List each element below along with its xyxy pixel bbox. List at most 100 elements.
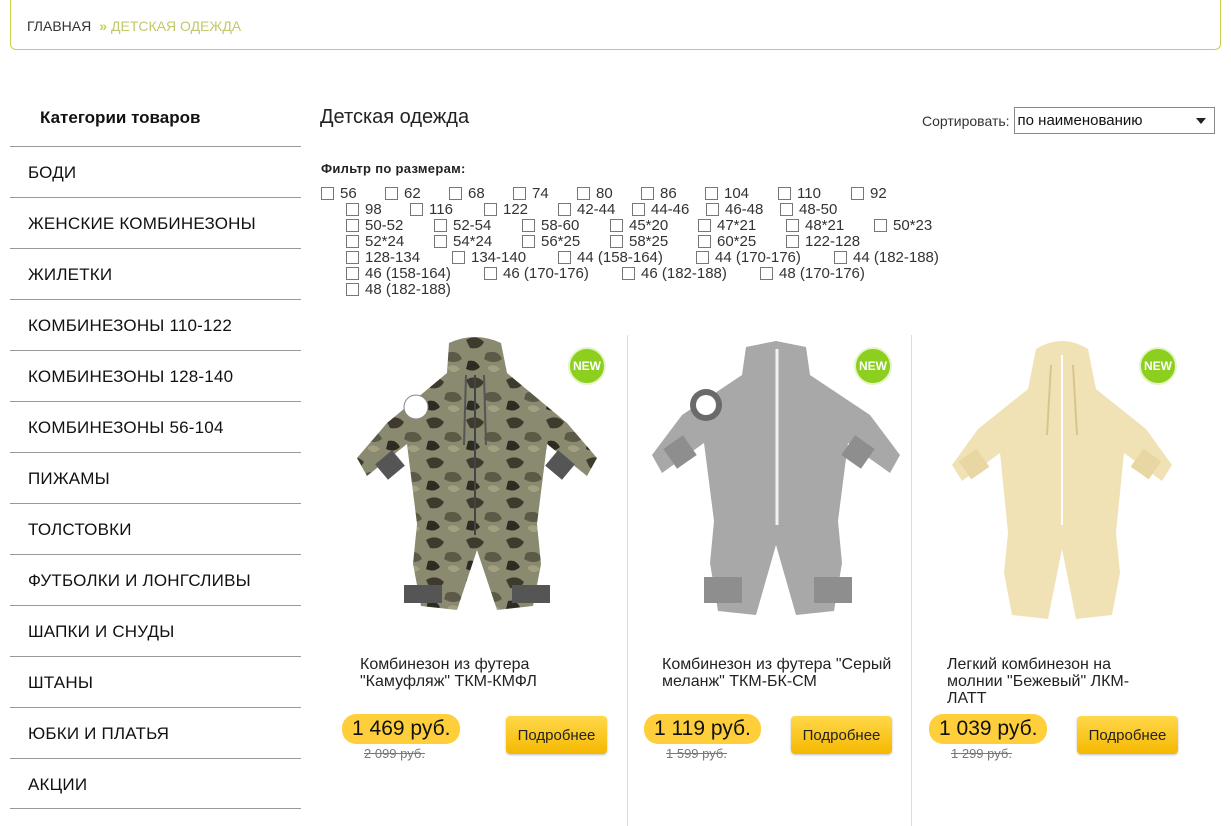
size-checkbox[interactable] — [786, 235, 799, 248]
size-option[interactable]: 47*21 — [698, 217, 786, 234]
size-option[interactable]: 58*25 — [610, 233, 698, 250]
size-checkbox[interactable] — [321, 187, 334, 200]
category-item-overalls-56-104[interactable]: КОМБИНЕЗОНЫ 56-104 — [10, 401, 301, 452]
category-item-overalls-110-122[interactable]: КОМБИНЕЗОНЫ 110-122 — [10, 299, 301, 350]
size-option[interactable]: 56*25 — [522, 233, 610, 250]
category-item-skirts-dresses[interactable]: ЮБКИ И ПЛАТЬЯ — [10, 707, 301, 758]
size-checkbox[interactable] — [851, 187, 864, 200]
size-checkbox[interactable] — [522, 235, 535, 248]
size-checkbox[interactable] — [385, 187, 398, 200]
size-checkbox[interactable] — [522, 219, 535, 232]
size-option[interactable]: 48 (182-188) — [346, 281, 484, 298]
size-option[interactable]: 104 — [705, 185, 778, 202]
size-checkbox[interactable] — [558, 251, 571, 264]
size-checkbox[interactable] — [452, 251, 465, 264]
size-option[interactable]: 60*25 — [698, 233, 786, 250]
size-option[interactable]: 48-50 — [780, 201, 854, 218]
size-checkbox[interactable] — [698, 235, 711, 248]
breadcrumb-home-link[interactable]: ГЛАВНАЯ — [27, 18, 91, 34]
size-checkbox[interactable] — [786, 219, 799, 232]
size-checkbox[interactable] — [834, 251, 847, 264]
category-item-vests[interactable]: ЖИЛЕТКИ — [10, 248, 301, 299]
details-button[interactable]: Подробнее — [506, 716, 607, 754]
size-checkbox[interactable] — [513, 187, 526, 200]
size-checkbox[interactable] — [449, 187, 462, 200]
size-option[interactable]: 134-140 — [452, 249, 558, 266]
details-button[interactable]: Подробнее — [1077, 716, 1178, 754]
size-option[interactable]: 50*23 — [874, 217, 962, 234]
size-option[interactable]: 86 — [641, 185, 705, 202]
size-checkbox[interactable] — [346, 251, 359, 264]
product-card[interactable]: NEW Комбинезон из футера "Камуфляж" ТКМ-… — [326, 335, 610, 826]
size-checkbox[interactable] — [410, 203, 423, 216]
size-checkbox[interactable] — [346, 267, 359, 280]
size-option[interactable]: 122 — [484, 201, 558, 218]
size-option[interactable]: 56 — [321, 185, 385, 202]
size-option[interactable]: 48*21 — [786, 217, 874, 234]
size-option[interactable]: 42-44 — [558, 201, 632, 218]
size-option[interactable]: 44 (182-188) — [834, 249, 972, 266]
size-option[interactable]: 74 — [513, 185, 577, 202]
size-checkbox[interactable] — [641, 187, 654, 200]
category-item-tshirts[interactable]: ФУТБОЛКИ И ЛОНГСЛИВЫ — [10, 554, 301, 605]
size-checkbox[interactable] — [346, 235, 359, 248]
size-checkbox[interactable] — [698, 219, 711, 232]
product-image-camouflage[interactable] — [344, 335, 606, 620]
size-option[interactable]: 48 (170-176) — [760, 265, 898, 282]
category-item-overalls-128-140[interactable]: КОМБИНЕЗОНЫ 128-140 — [10, 350, 301, 401]
size-option[interactable]: 52*24 — [346, 233, 434, 250]
category-item-pants[interactable]: ШТАНЫ — [10, 656, 301, 707]
category-item-sweatshirts[interactable]: ТОЛСТОВКИ — [10, 503, 301, 554]
product-name[interactable]: Комбинезон из футера "Камуфляж" ТКМ-КМФЛ — [360, 656, 610, 690]
size-option[interactable]: 44 (158-164) — [558, 249, 696, 266]
size-option[interactable]: 128-134 — [346, 249, 452, 266]
size-option[interactable]: 122-128 — [786, 233, 874, 250]
details-button[interactable]: Подробнее — [791, 716, 892, 754]
size-checkbox[interactable] — [874, 219, 887, 232]
size-checkbox[interactable] — [577, 187, 590, 200]
size-option[interactable]: 46 (170-176) — [484, 265, 622, 282]
size-checkbox[interactable] — [558, 203, 571, 216]
size-checkbox[interactable] — [346, 283, 359, 296]
size-checkbox[interactable] — [705, 187, 718, 200]
size-option[interactable]: 44-46 — [632, 201, 706, 218]
size-option[interactable]: 54*24 — [434, 233, 522, 250]
size-checkbox[interactable] — [632, 203, 645, 216]
size-option[interactable]: 46-48 — [706, 201, 780, 218]
size-checkbox[interactable] — [484, 267, 497, 280]
size-option[interactable]: 58-60 — [522, 217, 610, 234]
size-option[interactable]: 62 — [385, 185, 449, 202]
size-checkbox[interactable] — [434, 235, 447, 248]
size-checkbox[interactable] — [346, 203, 359, 216]
size-option[interactable]: 98 — [346, 201, 410, 218]
product-card[interactable]: NEW Легкий комбинезон на молнии "Бежевый… — [913, 335, 1197, 826]
size-option[interactable]: 80 — [577, 185, 641, 202]
size-checkbox[interactable] — [760, 267, 773, 280]
size-checkbox[interactable] — [780, 203, 793, 216]
product-name[interactable]: Легкий комбинезон на молнии "Бежевый" ЛК… — [947, 656, 1162, 707]
category-item-hats[interactable]: ШАПКИ И СНУДЫ — [10, 605, 301, 656]
size-checkbox[interactable] — [610, 219, 623, 232]
category-item-pajamas[interactable]: ПИЖАМЫ — [10, 452, 301, 503]
size-option[interactable]: 46 (182-188) — [622, 265, 760, 282]
size-checkbox[interactable] — [622, 267, 635, 280]
category-item-womens-overalls[interactable]: ЖЕНСКИЕ КОМБИНЕЗОНЫ — [10, 197, 301, 248]
size-option[interactable]: 46 (158-164) — [346, 265, 484, 282]
size-option[interactable]: 45*20 — [610, 217, 698, 234]
product-name[interactable]: Комбинезон из футера "Серый меланж" ТКМ-… — [662, 656, 912, 690]
category-item-sales[interactable]: АКЦИИ — [10, 758, 301, 809]
size-option[interactable]: 52-54 — [434, 217, 522, 234]
size-checkbox[interactable] — [706, 203, 719, 216]
size-option[interactable]: 92 — [851, 185, 924, 202]
size-checkbox[interactable] — [434, 219, 447, 232]
sort-select[interactable]: по наименованию — [1013, 107, 1215, 134]
size-checkbox[interactable] — [778, 187, 791, 200]
size-checkbox[interactable] — [610, 235, 623, 248]
size-option[interactable]: 110 — [778, 185, 851, 202]
size-checkbox[interactable] — [346, 219, 359, 232]
size-checkbox[interactable] — [484, 203, 497, 216]
size-option[interactable]: 68 — [449, 185, 513, 202]
product-card[interactable]: NEW Комбинезон из футера "Серый меланж" … — [628, 335, 912, 826]
size-option[interactable]: 50-52 — [346, 217, 434, 234]
size-checkbox[interactable] — [696, 251, 709, 264]
